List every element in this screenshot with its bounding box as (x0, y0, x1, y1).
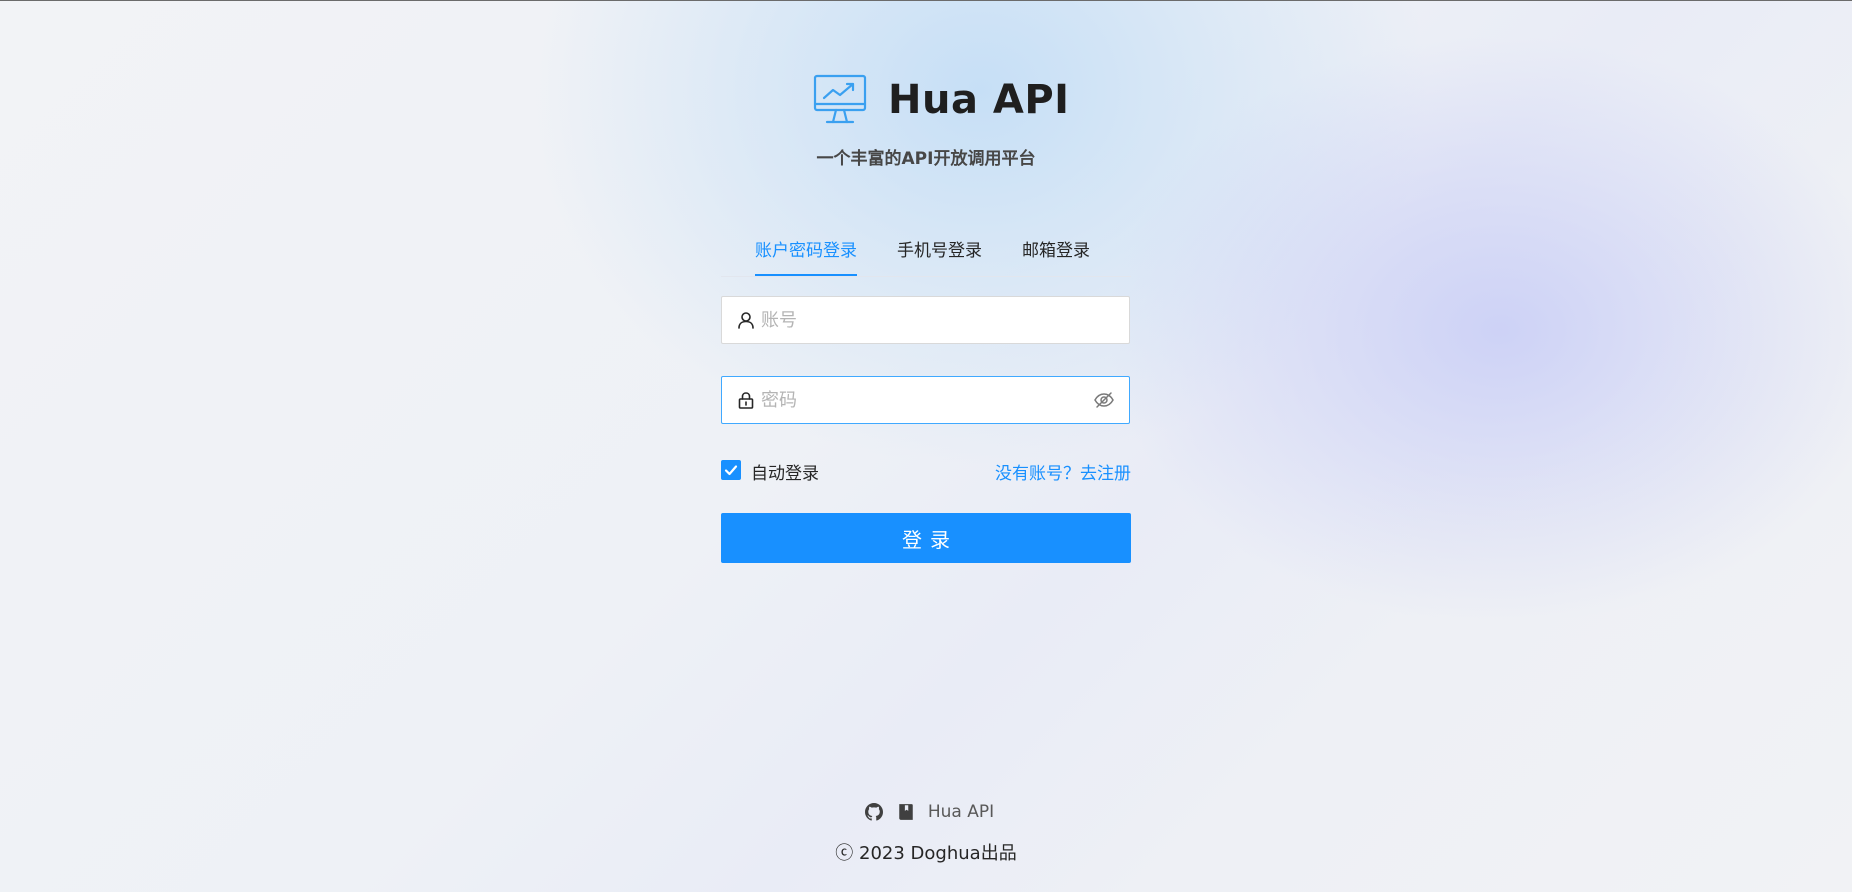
check-icon (724, 465, 738, 476)
tab-email[interactable]: 邮箱登录 (1022, 224, 1090, 274)
username-field[interactable] (721, 296, 1130, 344)
book-icon[interactable] (897, 803, 915, 821)
github-icon[interactable] (864, 803, 883, 821)
auto-login-label[interactable]: 自动登录 (751, 459, 819, 484)
password-field[interactable] (721, 376, 1130, 424)
tab-phone[interactable]: 手机号登录 (897, 224, 982, 274)
top-border (0, 0, 1852, 1)
login-button[interactable]: 登录 (721, 513, 1131, 563)
footer-links: Hua API (0, 802, 1852, 822)
lock-icon (738, 392, 754, 409)
register-link[interactable]: 没有账号？去注册 (995, 459, 1131, 484)
brand-header: Hua API (812, 72, 1070, 128)
user-icon (738, 312, 754, 329)
password-input[interactable] (761, 377, 1093, 423)
login-page: Hua API 一个丰富的API开放调用平台 账户密码登录 手机号登录 邮箱登录 (0, 0, 1852, 892)
app-title: Hua API (888, 77, 1070, 123)
app-subtitle: 一个丰富的API开放调用平台 (816, 149, 1036, 169)
login-tabs: 账户密码登录 手机号登录 邮箱登录 (721, 224, 1131, 277)
login-options: 自动登录 没有账号？去注册 (721, 458, 1131, 484)
auto-login-checkbox[interactable] (721, 460, 741, 480)
eye-invisible-icon[interactable] (1093, 389, 1115, 411)
tab-account-password[interactable]: 账户密码登录 (755, 224, 857, 276)
footer-link-hua-api[interactable]: Hua API (928, 802, 994, 822)
monitor-chart-icon (813, 74, 867, 124)
copyright-text: ⓒ 2023 Doghua出品 (835, 843, 1017, 864)
username-input[interactable] (761, 297, 1129, 343)
